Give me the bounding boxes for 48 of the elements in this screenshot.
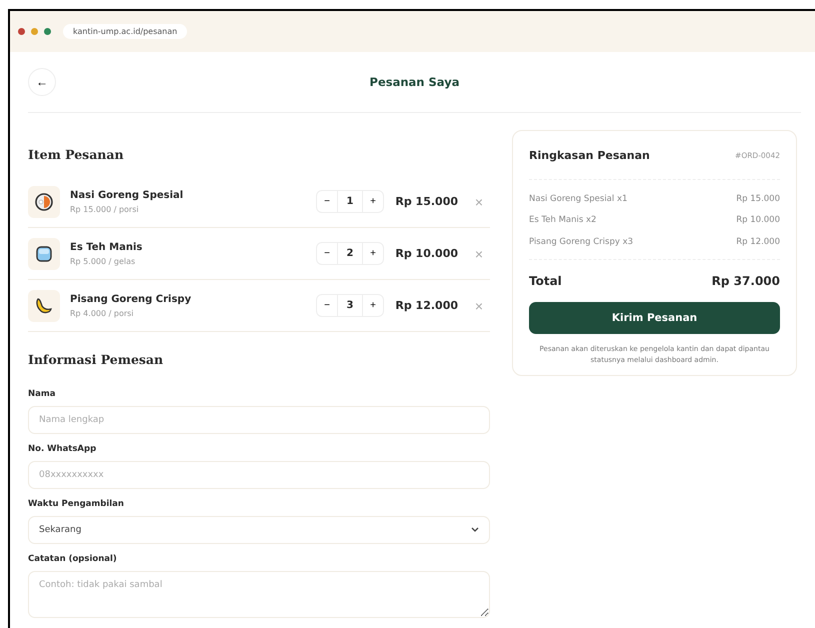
chevron-down-icon — [471, 527, 479, 533]
food-icon — [28, 238, 60, 270]
total-amount: Rp 37.000 — [712, 274, 780, 288]
notes-field[interactable]: Contoh: tidak pakai sambal — [28, 571, 490, 618]
unit-price: Rp 4.000 / porsi — [70, 308, 135, 318]
page-title: Pesanan Saya — [370, 75, 460, 89]
summary-title: Ringkasan Pesanan — [529, 148, 650, 162]
section-title: Informasi Pemesan — [28, 352, 164, 367]
input-field[interactable]: Nama lengkap — [28, 406, 490, 434]
item-name: Es Teh Manis — [70, 242, 144, 252]
increase-button[interactable]: + — [363, 196, 383, 207]
field-label: Catatan (opsional) — [28, 554, 118, 564]
submit-button[interactable]: Kirim Pesanan — [529, 302, 780, 334]
address-field[interactable]: kantin-ump.ac.id/pesanan — [63, 24, 188, 39]
summary-item: Pisang Goreng Crispy x3 — [529, 236, 634, 247]
summary-amount: Rp 10.000 — [736, 215, 780, 226]
summary-item: Es Teh Manis x2 — [529, 215, 596, 226]
back-button[interactable]: ← — [28, 68, 56, 96]
increase-button[interactable]: + — [363, 248, 383, 259]
close-dot-icon[interactable] — [18, 28, 25, 35]
increase-button[interactable]: + — [363, 300, 383, 311]
decrease-button[interactable]: − — [317, 248, 337, 259]
decrease-button[interactable]: − — [317, 300, 337, 311]
decrease-button[interactable]: − — [317, 196, 337, 207]
item-subtotal: Rp 15.000 — [394, 195, 458, 208]
maximize-dot-icon[interactable] — [44, 28, 51, 35]
section-title: Item Pesanan — [28, 147, 125, 162]
field-label: No. WhatsApp — [28, 444, 98, 454]
quantity-value: 3 — [337, 295, 363, 316]
item-name: Nasi Goreng Spesial — [70, 190, 184, 200]
food-icon — [28, 290, 60, 322]
total-label: Total — [529, 274, 562, 288]
field-label: Waktu Pengambilan — [28, 499, 125, 509]
summary-amount: Rp 15.000 — [736, 194, 780, 204]
summary-amount: Rp 12.000 — [736, 236, 780, 247]
summary-item: Nasi Goreng Spesial x1 — [529, 194, 628, 204]
item-subtotal: Rp 12.000 — [394, 299, 458, 312]
food-icon — [28, 186, 60, 218]
item-name: Pisang Goreng Crispy — [70, 294, 192, 304]
quantity-value: 1 — [337, 191, 363, 212]
unit-price: Rp 15.000 / porsi — [70, 204, 140, 214]
quantity-value: 2 — [337, 243, 363, 264]
item-subtotal: Rp 10.000 — [394, 247, 458, 260]
input-field[interactable]: 08xxxxxxxxxx — [28, 461, 490, 489]
field-label: Nama — [28, 389, 56, 399]
minimize-dot-icon[interactable] — [31, 28, 38, 35]
unit-price: Rp 5.000 / gelas — [70, 256, 136, 266]
select-field[interactable]: Sekarang — [28, 516, 490, 544]
